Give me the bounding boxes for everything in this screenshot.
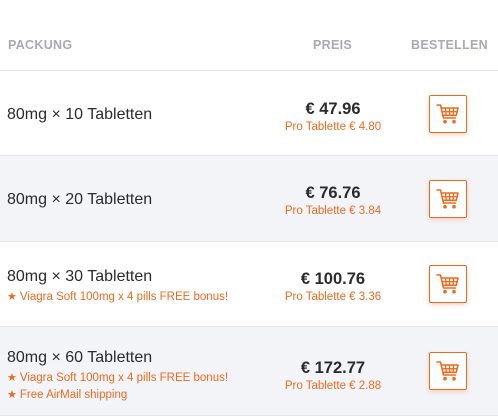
bonus-line: ★Viagra Soft 100mg x 4 pills FREE bonus! bbox=[7, 371, 228, 384]
package-label: 80mg × 30 Tabletten bbox=[7, 268, 152, 286]
shopping-cart-icon bbox=[436, 360, 460, 382]
add-to-cart-button[interactable] bbox=[429, 352, 467, 390]
header-packung: PACKUNG bbox=[8, 38, 72, 52]
price-value: € 100.76 bbox=[277, 270, 389, 289]
add-to-cart-button[interactable] bbox=[429, 95, 467, 133]
shopping-cart-icon bbox=[436, 188, 460, 210]
star-icon: ★ bbox=[7, 389, 17, 401]
price-value: € 47.96 bbox=[277, 100, 389, 119]
bonus-text: Free AirMail shipping bbox=[20, 389, 127, 401]
price-value: € 172.77 bbox=[277, 359, 389, 378]
per-tablet-price: Pro Tablette € 3.36 bbox=[272, 291, 394, 303]
star-icon: ★ bbox=[7, 372, 17, 384]
per-tablet-price: Pro Tablette € 4.80 bbox=[272, 121, 394, 133]
table-row: 80mg × 30 Tabletten ★Viagra Soft 100mg x… bbox=[0, 242, 498, 327]
table-header: PACKUNG PREIS BESTELLEN bbox=[0, 0, 498, 71]
package-label: 80mg × 20 Tabletten bbox=[7, 191, 152, 209]
bonus-line: ★Viagra Soft 100mg x 4 pills FREE bonus! bbox=[7, 290, 228, 303]
add-to-cart-button[interactable] bbox=[429, 180, 467, 218]
bonus-line: ★Free AirMail shipping bbox=[7, 388, 127, 401]
bonus-text: Viagra Soft 100mg x 4 pills FREE bonus! bbox=[20, 372, 228, 384]
star-icon: ★ bbox=[7, 291, 17, 303]
bonus-text: Viagra Soft 100mg x 4 pills FREE bonus! bbox=[20, 291, 228, 303]
table-row: 80mg × 20 Tabletten € 76.76 Pro Tablette… bbox=[0, 156, 498, 242]
package-label: 80mg × 10 Tabletten bbox=[7, 106, 152, 124]
shopping-cart-icon bbox=[436, 273, 460, 295]
per-tablet-price: Pro Tablette € 2.88 bbox=[272, 380, 394, 392]
header-preis: PREIS bbox=[313, 38, 352, 52]
package-label: 80mg × 60 Tabletten bbox=[7, 349, 152, 367]
per-tablet-price: Pro Tablette € 3.84 bbox=[272, 205, 394, 217]
table-row: 80mg × 60 Tabletten ★Viagra Soft 100mg x… bbox=[0, 327, 498, 416]
price-value: € 76.76 bbox=[277, 184, 389, 203]
price-table: PACKUNG PREIS BESTELLEN 80mg × 10 Tablet… bbox=[0, 0, 498, 416]
table-row: 80mg × 10 Tabletten € 47.96 Pro Tablette… bbox=[0, 71, 498, 156]
add-to-cart-button[interactable] bbox=[429, 265, 467, 303]
shopping-cart-icon bbox=[436, 103, 460, 125]
header-bestellen: BESTELLEN bbox=[411, 38, 488, 52]
